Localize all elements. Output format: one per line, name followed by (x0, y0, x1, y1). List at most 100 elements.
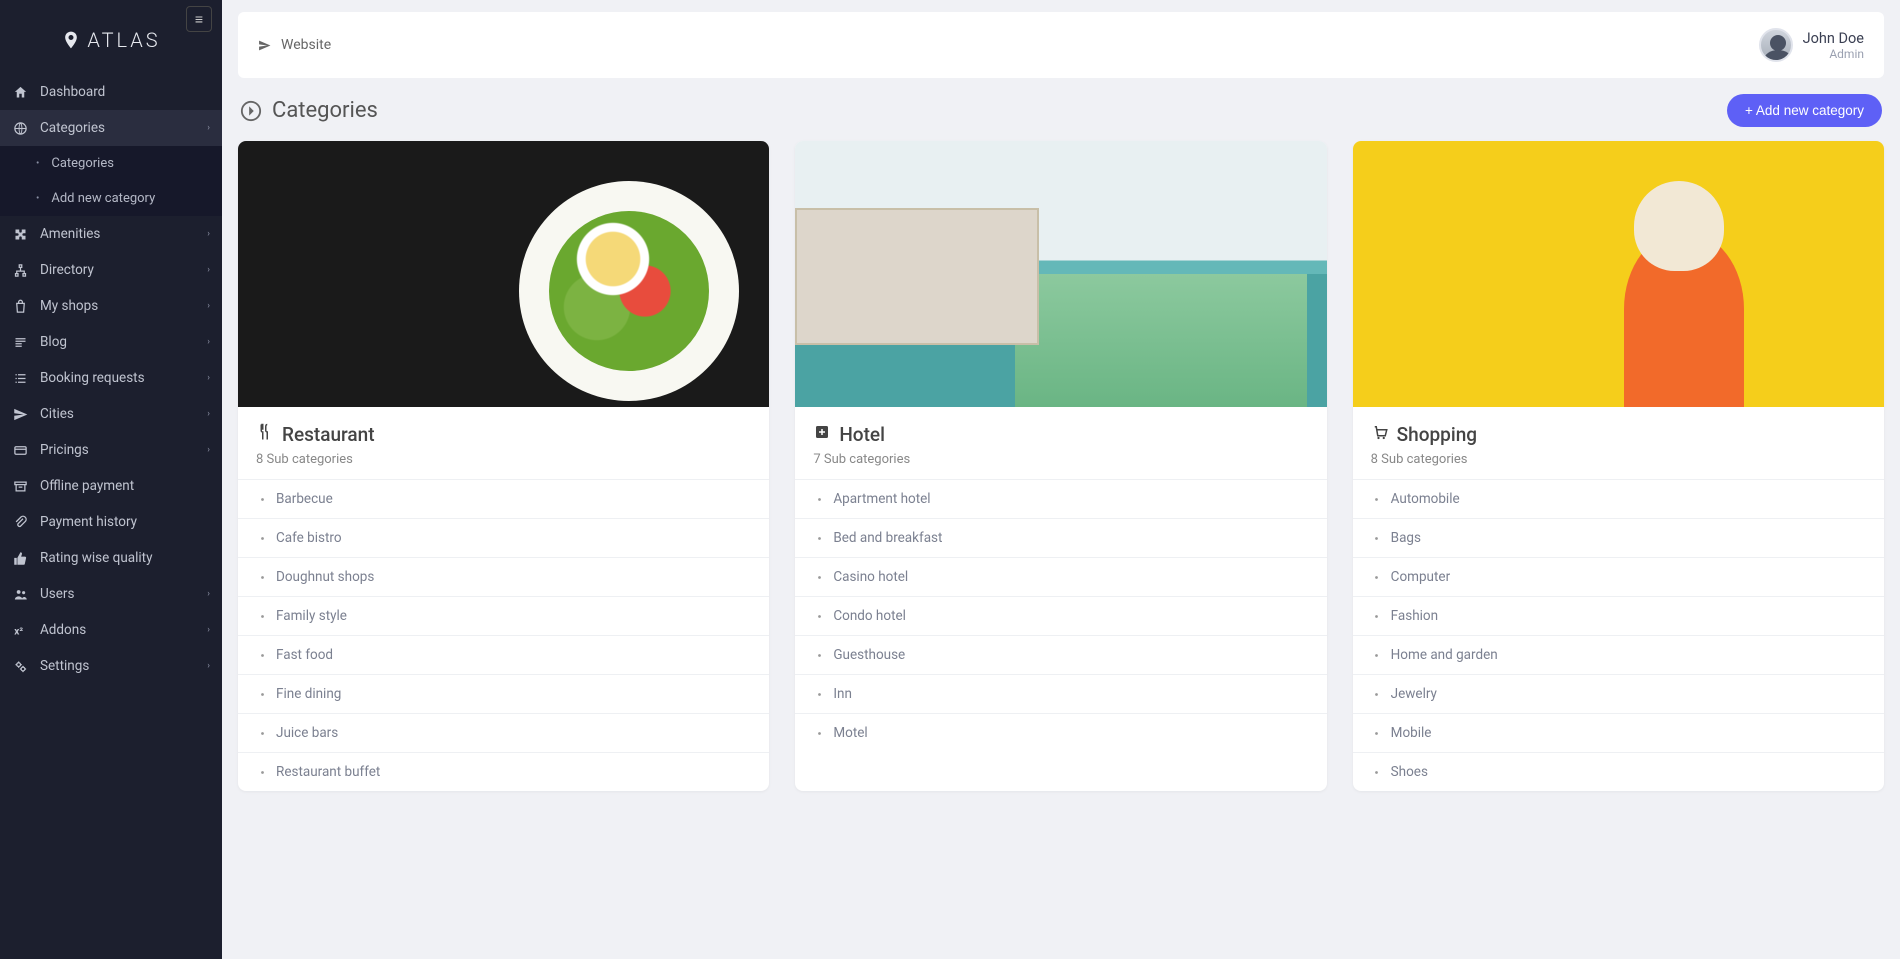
brand-text: ATLAS (87, 28, 160, 52)
subcategory-item[interactable]: Casino hotel (795, 557, 1326, 596)
shoe-icon (1371, 766, 1383, 778)
subcategory-item[interactable]: Apartment hotel (795, 479, 1326, 518)
send-icon (12, 406, 28, 422)
user-name: John Doe (1803, 30, 1864, 47)
subcategory-item[interactable]: Shoes (1353, 752, 1884, 791)
category-card: Restaurant 8 Sub categories Barbecue Cafe b… (238, 141, 769, 791)
sidebar-item-offline-payment[interactable]: Offline payment (0, 468, 222, 504)
sidebar-item-rating-wise-quality[interactable]: Rating wise quality (0, 540, 222, 576)
subcategory-item[interactable]: Restaurant buffet (238, 752, 769, 791)
glass-icon (256, 493, 268, 505)
wine-icon (256, 688, 268, 700)
sidebar-item-payment-history[interactable]: Payment history (0, 504, 222, 540)
pin-icon (61, 28, 81, 52)
sidebar-item-categories[interactable]: Categories› (0, 110, 222, 146)
users-icon (12, 586, 28, 602)
category-card: Shopping8 Sub categoriesAutomobileBagsCo… (1353, 141, 1884, 791)
sidebar-item-label: Settings (40, 658, 89, 674)
subcategory-item[interactable]: Doughnut shops (238, 557, 769, 596)
condo-icon (813, 610, 825, 622)
subcategory-label: Fine dining (276, 686, 341, 702)
card-icon (12, 442, 28, 458)
sidebar-submenu: •Categories•Add new category (0, 146, 222, 216)
subcategory-item[interactable]: Guesthouse (795, 635, 1326, 674)
buffet-icon (256, 766, 268, 778)
mobile-icon (1371, 727, 1383, 739)
sidebar-item-my-shops[interactable]: My shops› (0, 288, 222, 324)
sidebar-item-booking-requests[interactable]: Booking requests› (0, 360, 222, 396)
sidebar-item-addons[interactable]: x²Addons› (0, 612, 222, 648)
casino-icon (813, 571, 825, 583)
chevron-right-icon: › (207, 661, 210, 671)
subcategory-item[interactable]: Barbecue (238, 479, 769, 518)
chevron-right-icon: › (207, 445, 210, 455)
building-icon (813, 493, 825, 505)
user-role: Admin (1803, 47, 1864, 61)
sidebar-subitem-categories[interactable]: •Categories (0, 146, 222, 181)
subcategory-item[interactable]: Bags (1353, 518, 1884, 557)
hospital-icon (813, 423, 831, 446)
user-menu[interactable]: John Doe Admin (1759, 28, 1864, 62)
subcategory-item[interactable]: Cafe bistro (238, 518, 769, 557)
subcategory-label: Home and garden (1391, 647, 1498, 663)
category-title[interactable]: Hotel (813, 423, 1308, 446)
subcategory-item[interactable]: Mobile (1353, 713, 1884, 752)
subcategory-item[interactable]: Family style (238, 596, 769, 635)
website-link[interactable]: Website (258, 37, 331, 53)
subcategory-item[interactable]: Bed and breakfast (795, 518, 1326, 557)
puzzle-icon (12, 226, 28, 242)
cart-icon (1371, 423, 1389, 446)
category-title[interactable]: Shopping (1371, 423, 1866, 446)
sidebar: ≡ ATLAS DashboardCategories›•Categories•… (0, 0, 222, 959)
subcategory-label: Computer (1391, 569, 1451, 585)
subcategory-item[interactable]: Fine dining (238, 674, 769, 713)
subcategory-item[interactable]: Fast food (238, 635, 769, 674)
arrow-circle-icon (240, 100, 262, 122)
subcategory-item[interactable]: Automobile (1353, 479, 1884, 518)
coffee-icon (256, 532, 268, 544)
chevron-right-icon: › (207, 301, 210, 311)
sidebar-toggle-button[interactable]: ≡ (186, 6, 212, 32)
chevron-right-icon: › (207, 229, 210, 239)
subcategory-item[interactable]: Juice bars (238, 713, 769, 752)
category-subcount: 7 Sub categories (813, 452, 1308, 467)
sidebar-item-users[interactable]: Users› (0, 576, 222, 612)
car-icon (1371, 493, 1383, 505)
gears-icon (12, 658, 28, 674)
subcategory-item[interactable]: Fashion (1353, 596, 1884, 635)
subcategory-item[interactable]: Home and garden (1353, 635, 1884, 674)
subcategory-item[interactable]: Inn (795, 674, 1326, 713)
sidebar-item-label: Addons (40, 622, 86, 638)
category-subcount: 8 Sub categories (256, 452, 751, 467)
add-category-button[interactable]: + Add new category (1727, 94, 1882, 127)
subcategory-label: Restaurant buffet (276, 764, 380, 780)
sidebar-item-pricings[interactable]: Pricings › (0, 432, 222, 468)
sidebar-item-blog[interactable]: Blog› (0, 324, 222, 360)
sidebar-item-label: Pricings (40, 442, 89, 458)
subcategory-label: Doughnut shops (276, 569, 374, 585)
subcategory-item[interactable]: Condo hotel (795, 596, 1326, 635)
juice-icon (256, 727, 268, 739)
sidebar-item-settings[interactable]: Settings › (0, 648, 222, 684)
home2-icon (1371, 649, 1383, 661)
subcategory-list: Barbecue Cafe bistro Doughnut shops Family … (238, 479, 769, 791)
subcategory-label: Mobile (1391, 725, 1432, 741)
bag-icon (12, 298, 28, 314)
sidebar-item-directory[interactable]: Directory› (0, 252, 222, 288)
nav-list: DashboardCategories›•Categories•Add new … (0, 74, 222, 684)
chevron-right-icon: › (207, 373, 210, 383)
subcategory-label: Bags (1391, 530, 1421, 546)
utensils-icon (256, 423, 274, 446)
ring-icon (1371, 688, 1383, 700)
sidebar-subitem-add-new-category[interactable]: •Add new category (0, 181, 222, 216)
sidebar-item-cities[interactable]: Cities› (0, 396, 222, 432)
sidebar-item-dashboard[interactable]: Dashboard (0, 74, 222, 110)
category-title[interactable]: Restaurant (256, 423, 751, 446)
bag2-icon (1371, 532, 1383, 544)
subcategory-item[interactable]: Computer (1353, 557, 1884, 596)
subcategory-item[interactable]: Motel (795, 713, 1326, 752)
subcategory-label: Cafe bistro (276, 530, 342, 546)
sidebar-item-amenities[interactable]: Amenities› (0, 216, 222, 252)
clip-icon (12, 514, 28, 530)
subcategory-item[interactable]: Jewelry (1353, 674, 1884, 713)
